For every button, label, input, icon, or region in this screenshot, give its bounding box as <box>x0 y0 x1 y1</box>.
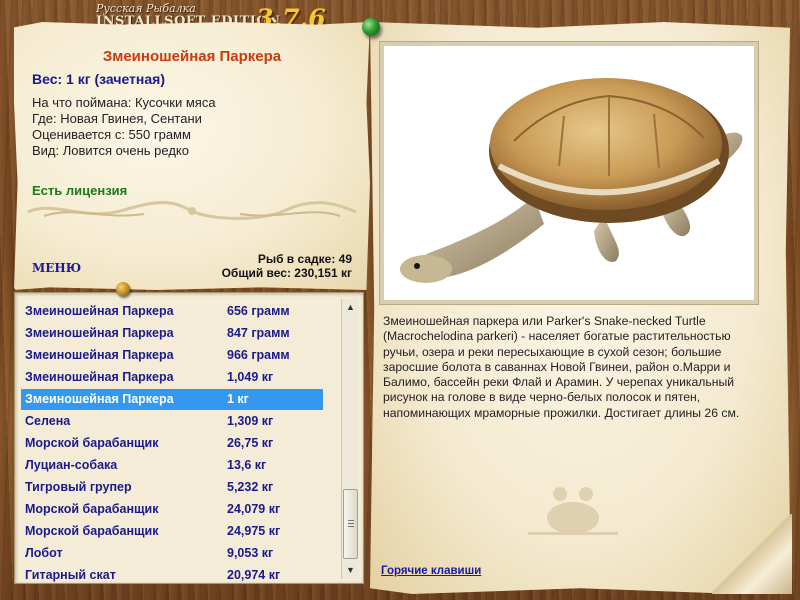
row-fish-name: Лобот <box>25 546 63 560</box>
table-row[interactable]: Змеиношейная Паркера 847 грамм <box>21 323 323 344</box>
gold-pushpin-icon <box>116 282 130 296</box>
watermark-logo-icon <box>528 487 618 535</box>
fish-description: Змеиношейная паркера или Parker's Snake-… <box>383 314 740 420</box>
table-row[interactable]: Змеиношейная Паркера 1 кг <box>21 389 323 410</box>
table-row[interactable]: Селена 1,309 кг <box>21 411 323 432</box>
row-fish-weight: 1,049 кг <box>227 370 274 384</box>
ornament-divider <box>27 201 357 220</box>
scroll-thumb[interactable] <box>343 489 358 559</box>
hotkeys-link[interactable]: Горячие клавиши <box>381 565 481 577</box>
row-fish-weight: 847 грамм <box>227 326 290 340</box>
table-row[interactable]: Морской барабанщик 24,975 кг <box>21 521 323 542</box>
table-row[interactable]: Лобот 9,053 кг <box>21 543 323 564</box>
thumb-grip <box>348 520 354 521</box>
table-row[interactable]: Луциан-собака 13,6 кг <box>21 455 323 476</box>
scroll-down-icon[interactable]: ▼ <box>342 562 359 579</box>
row-fish-name: Змеиношейная Паркера <box>25 370 174 384</box>
table-row[interactable]: Морской барабанщик 24,079 кг <box>21 499 323 520</box>
fish-photo <box>380 42 758 304</box>
row-fish-name: Гитарный скат <box>25 568 116 582</box>
rarity-info: Вид: Ловится очень редко <box>32 143 189 158</box>
row-fish-weight: 5,232 кг <box>227 480 274 494</box>
table-row[interactable]: Змеиношейная Паркера 966 грамм <box>21 345 323 366</box>
green-pushpin-icon <box>362 18 380 36</box>
fish-weight: Вес: 1 кг (зачетная) <box>32 71 165 87</box>
row-fish-weight: 24,975 кг <box>227 524 281 538</box>
location-info: Где: Новая Гвинея, Сентани <box>32 111 202 126</box>
row-fish-name: Змеиношейная Паркера <box>25 326 174 340</box>
row-fish-name: Змеиношейная Паркера <box>25 304 174 318</box>
row-fish-weight: 20,974 кг <box>227 568 281 582</box>
value-info: Оценивается с: 550 грамм <box>32 127 191 142</box>
row-fish-name: Морской барабанщик <box>25 502 159 516</box>
table-row[interactable]: Морской барабанщик 26,75 кг <box>21 433 323 454</box>
row-fish-weight: 24,079 кг <box>227 502 281 516</box>
bait-info: На что поймана: Кусочки мяса <box>32 95 216 110</box>
fish-name: Змеиношейная Паркера <box>102 48 282 65</box>
row-fish-weight: 9,053 кг <box>227 546 274 560</box>
row-fish-weight: 1,309 кг <box>227 414 274 428</box>
table-row[interactable]: Змеиношейная Паркера 656 грамм <box>21 301 323 322</box>
thumb-grip <box>348 526 354 527</box>
row-fish-weight: 966 грамм <box>227 348 290 362</box>
catch-list-scrollbar[interactable]: ▲ ▼ <box>341 299 358 579</box>
menu-link[interactable]: МЕНЮ <box>32 261 81 275</box>
table-row[interactable]: Гитарный скат 20,974 кг <box>21 565 323 583</box>
keepnet-total-weight: Общий вес: 230,151 кг <box>221 266 352 280</box>
scroll-up-icon[interactable]: ▲ <box>342 299 359 316</box>
row-fish-name: Луциан-собака <box>25 458 118 472</box>
row-fish-name: Тигровый групер <box>25 480 132 494</box>
row-fish-name: Морской барабанщик <box>25 436 159 450</box>
table-row[interactable]: Змеиношейная Паркера 1,049 кг <box>21 367 323 388</box>
keepnet-count: Рыб в садке: 49 <box>257 252 352 266</box>
row-fish-name: Морской барабанщик <box>25 524 159 538</box>
row-fish-name: Селена <box>25 414 71 428</box>
row-fish-weight: 26,75 кг <box>227 436 274 450</box>
row-fish-name: Змеиношейная Паркера <box>25 392 174 406</box>
turtle-illustration-icon <box>400 78 743 283</box>
row-fish-weight: 656 грамм <box>227 304 290 318</box>
license-status: Есть лицензия <box>32 183 128 198</box>
row-fish-weight: 13,6 кг <box>227 458 267 472</box>
row-fish-name: Змеиношейная Паркера <box>25 348 174 362</box>
thumb-grip <box>348 523 354 524</box>
catch-list[interactable]: Змеиношейная Паркера 656 грамм Змеиношейна… <box>14 292 364 584</box>
row-fish-weight: 1 кг <box>227 392 249 406</box>
table-row[interactable]: Тигровый групер 5,232 кг <box>21 477 323 498</box>
